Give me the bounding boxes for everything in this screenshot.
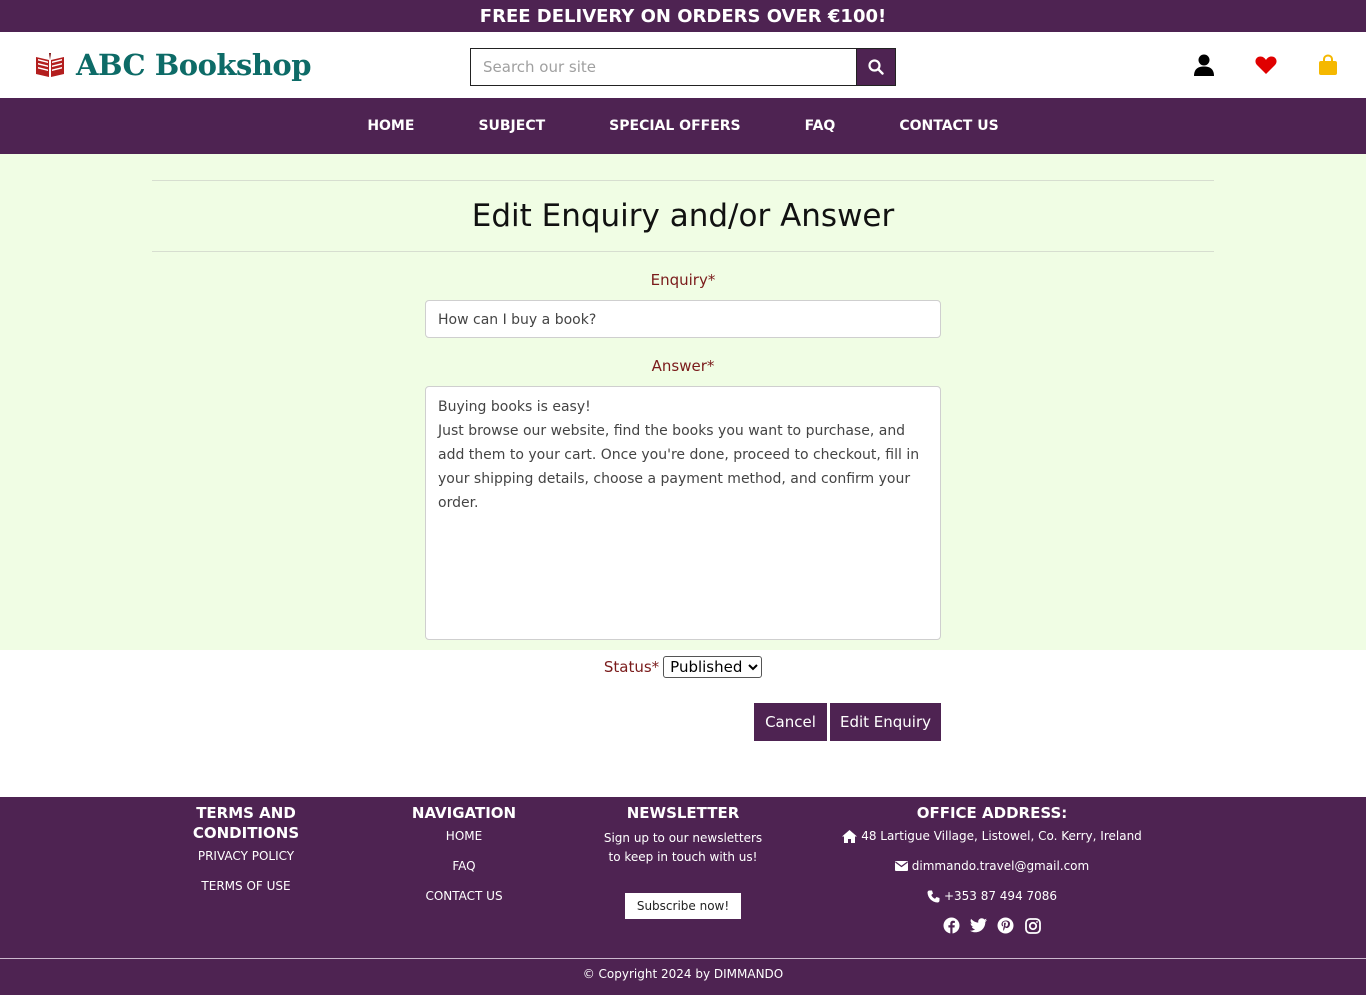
newsletter-text-line1: Sign up to our newsletters <box>603 831 763 845</box>
footer-office-heading: OFFICE ADDRESS: <box>916 804 1068 822</box>
footer-terms-heading: TERMS AND CONDITIONS <box>192 804 300 842</box>
facebook-icon <box>943 917 960 934</box>
office-email-text[interactable]: dimmando.travel@gmail.com <box>912 859 1089 873</box>
search-input[interactable] <box>470 48 856 86</box>
office-phone: +353 87 494 7086 <box>832 889 1152 903</box>
newsletter-text-line2: to keep in touch with us! <box>608 850 758 864</box>
edit-enquiry-button[interactable]: Edit Enquiry <box>830 703 941 741</box>
page-title: Edit Enquiry and/or Answer <box>471 198 895 234</box>
footer-newsletter-heading: NEWSLETTER <box>626 804 740 822</box>
promo-banner: FREE DELIVERY ON ORDERS OVER €100! <box>0 0 1366 32</box>
answer-textarea[interactable]: Buying books is easy! Just browse our we… <box>425 386 941 640</box>
phone-icon <box>927 890 940 902</box>
subscribe-button[interactable]: Subscribe now! <box>624 893 742 919</box>
enquiry-field[interactable]: How can I buy a book? <box>425 300 941 338</box>
nav-item-home[interactable]: HOME <box>335 118 446 134</box>
status-select[interactable]: Published <box>663 656 763 678</box>
copyright: © Copyright 2024 by DIMMANDO <box>582 967 784 981</box>
nav-item-subject[interactable]: SUBJECT <box>446 118 577 134</box>
envelope-icon <box>894 861 908 871</box>
office-phone-text: +353 87 494 7086 <box>943 889 1058 903</box>
office-email: dimmando.travel@gmail.com <box>832 859 1152 873</box>
search-icon <box>868 59 884 75</box>
status-row: Status* Published <box>0 656 1366 678</box>
header-icons <box>1192 52 1340 78</box>
nav-item-contact-us[interactable]: CONTACT US <box>867 118 1030 134</box>
pinterest-icon <box>997 917 1014 934</box>
main-nav: HOME SUBJECT SPECIAL OFFERS FAQ CONTACT … <box>0 98 1366 154</box>
nav-item-special-offers[interactable]: SPECIAL OFFERS <box>577 118 772 134</box>
divider-bottom <box>152 251 1214 252</box>
footer-navigation: NAVIGATION HOME FAQ CONTACT US <box>394 803 534 919</box>
enquiry-label: Enquiry* <box>650 271 716 289</box>
divider-top <box>152 180 1214 181</box>
footer-link-contact-us[interactable]: CONTACT US <box>394 889 534 903</box>
search-form <box>470 48 896 86</box>
instagram-link[interactable] <box>1024 917 1041 934</box>
site-header: ABC Bookshop <box>0 32 1366 98</box>
cancel-button[interactable]: Cancel <box>754 703 827 741</box>
account-button[interactable] <box>1192 52 1216 78</box>
footer-link-privacy-policy[interactable]: PRIVACY POLICY <box>176 849 316 863</box>
home-icon <box>842 829 858 843</box>
office-address-text: 48 Lartigue Village, Listowel, Co. Kerry… <box>861 829 1142 843</box>
pinterest-link[interactable] <box>997 917 1014 934</box>
logo-text: ABC Bookshop <box>76 48 312 82</box>
footer-divider <box>0 958 1366 959</box>
office-address: 48 Lartigue Village, Listowel, Co. Kerry… <box>832 829 1152 843</box>
answer-label: Answer* <box>651 357 715 375</box>
footer-newsletter: NEWSLETTER Sign up to our newsletters to… <box>593 803 773 919</box>
footer-navigation-heading: NAVIGATION <box>411 804 517 822</box>
cart-button[interactable] <box>1316 52 1340 78</box>
instagram-icon <box>1024 917 1041 934</box>
footer-link-terms-of-use[interactable]: TERMS OF USE <box>176 879 316 893</box>
logo[interactable]: ABC Bookshop <box>34 48 312 82</box>
shopping-bag-icon <box>1319 54 1337 75</box>
twitter-link[interactable] <box>970 917 987 934</box>
footer-terms: TERMS AND CONDITIONS PRIVACY POLICY TERM… <box>176 803 316 909</box>
footer-link-faq[interactable]: FAQ <box>394 859 534 873</box>
facebook-link[interactable] <box>943 917 960 934</box>
heart-icon <box>1255 56 1277 74</box>
search-button[interactable] <box>856 48 896 86</box>
user-icon <box>1194 54 1214 76</box>
site-footer: TERMS AND CONDITIONS PRIVACY POLICY TERM… <box>0 797 1366 995</box>
book-logo-icon <box>36 53 64 77</box>
twitter-icon <box>970 918 987 933</box>
footer-link-home[interactable]: HOME <box>394 829 534 843</box>
status-label: Status* <box>603 658 660 676</box>
wishlist-button[interactable] <box>1254 52 1278 78</box>
nav-item-faq[interactable]: FAQ <box>773 118 868 134</box>
footer-office: OFFICE ADDRESS: 48 Lartigue Village, Lis… <box>832 803 1152 934</box>
social-links <box>832 917 1152 934</box>
